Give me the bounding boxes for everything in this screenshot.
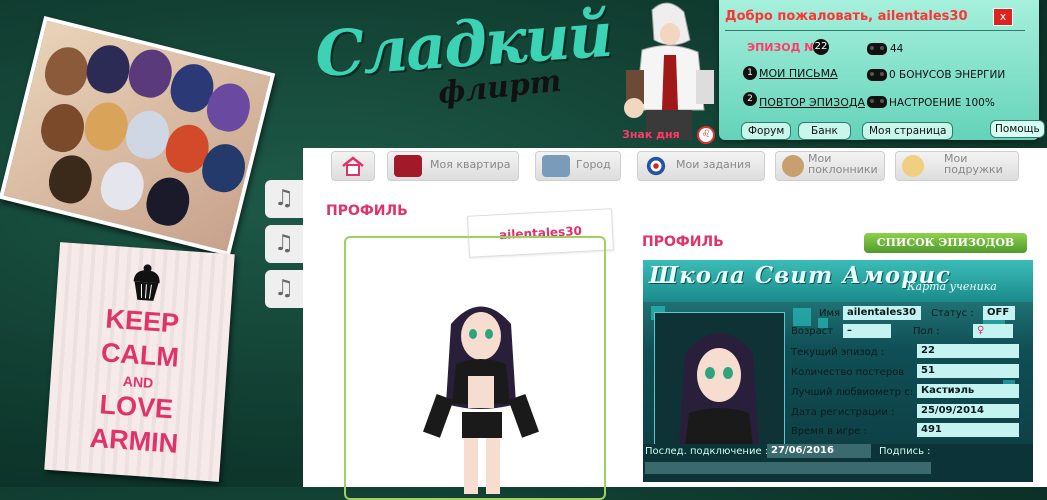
field-value-posters: 51: [917, 364, 1019, 378]
messages-count-badge: 1: [743, 66, 757, 80]
nav-my-friends[interactable]: Мои подружки: [895, 151, 1019, 181]
welcome-title: Добро пожаловать, ailentales30: [725, 9, 968, 24]
episode-number-badge: 22: [813, 39, 829, 55]
student-photo: [654, 312, 785, 448]
nav-label: Моя квартира: [430, 158, 511, 171]
field-label-last-login: Послед. подключение :: [645, 446, 769, 457]
student-photo-image: [679, 333, 759, 447]
signature-field: [645, 462, 931, 474]
close-button[interactable]: x: [993, 8, 1013, 26]
card-footer: Послед. подключение : 27/06/2016 Подпись…: [643, 444, 1033, 482]
profile-right-title: ПРОФИЛЬ: [642, 234, 724, 250]
card-header: Школа Свит Аморис Карта ученика: [643, 260, 1033, 302]
sofa-icon: [394, 155, 422, 177]
student-card: Школа Свит Аморис Карта ученика Имя aile…: [643, 260, 1033, 482]
episode-label: ЭПИЗОД №: [747, 41, 818, 54]
field-label-episode: Текущий эпизод :: [791, 347, 885, 358]
field-label-gender: Пол :: [913, 326, 940, 337]
field-label-registration: Дата регистрации :: [791, 407, 895, 418]
field-value-last-login: 27/06/2016: [767, 444, 871, 458]
avatar-frame: [344, 236, 606, 500]
assassin-character-image: [624, 2, 714, 140]
replay-count-badge: 2: [743, 92, 757, 106]
nav-home[interactable]: [331, 151, 375, 181]
field-label-name: Имя: [819, 308, 841, 319]
my-messages-link[interactable]: МОИ ПИСЬМА: [759, 67, 838, 80]
avatar: [423, 306, 539, 494]
music-note-icon[interactable]: ♫: [265, 270, 303, 308]
anime-group-picture: [0, 16, 276, 256]
field-value-age: –: [843, 324, 891, 338]
home-icon: [342, 156, 364, 176]
field-label-time: Время в игре :: [791, 426, 867, 437]
decor-square: [793, 308, 811, 326]
nav-label: Город: [576, 158, 611, 171]
nav-label: Мои поклонники: [808, 152, 878, 176]
target-icon: [646, 156, 666, 176]
nav-my-tasks[interactable]: Мои задания: [637, 151, 765, 181]
zodiac-sign-icon[interactable]: ♌: [697, 126, 715, 144]
card-title: Школа Свит Аморис: [649, 262, 952, 289]
field-label-love: Лучший любвиометр с:: [791, 387, 914, 398]
profile-title: ПРОФИЛЬ: [326, 203, 408, 219]
nav-label: Мои подружки: [944, 152, 1003, 176]
energy-bonus-text: 0 БОНУСОВ ЭНЕРГИИ: [889, 69, 1006, 81]
female-icon: ♀: [973, 324, 1013, 338]
boy-icon: [782, 155, 804, 177]
girl-icon: [902, 155, 924, 177]
nav-my-apartment[interactable]: Моя квартира: [387, 151, 519, 181]
bank-button[interactable]: Банк: [798, 122, 851, 140]
field-value-registration: 25/09/2014: [917, 404, 1019, 418]
field-label-age: Возраст: [791, 326, 834, 337]
music-note-icon[interactable]: ♫: [265, 180, 303, 218]
forum-button[interactable]: Форум: [741, 122, 792, 140]
nav-city[interactable]: Город: [535, 151, 621, 181]
replay-episode-link[interactable]: ПОВТОР ЭПИЗОДА: [759, 96, 865, 109]
sign-of-day-label: Знак дня: [622, 128, 680, 141]
building-icon: [542, 155, 570, 177]
field-label-signature: Подпись :: [879, 446, 931, 457]
field-value-status: OFF: [983, 306, 1015, 320]
field-value-time: 491: [917, 423, 1019, 437]
nav-label: Мои задания: [676, 158, 751, 171]
help-button[interactable]: Помощь: [990, 120, 1045, 138]
keep-calm-poster: KEEP CALM AND LOVE ARMIN: [44, 242, 235, 482]
main-content: Моя квартира Город Мои задания Мои покло…: [303, 148, 1047, 500]
music-note-icon[interactable]: ♫: [265, 225, 303, 263]
divider: [725, 30, 1025, 31]
my-page-button[interactable]: Моя страница: [862, 122, 954, 140]
episode-list-button[interactable]: СПИСОК ЭПИЗОДОВ: [864, 233, 1027, 253]
mood-text: НАСТРОЕНИЕ 100%: [889, 97, 995, 109]
field-label-status: Статус :: [931, 308, 974, 319]
gamepad-icon: [867, 69, 887, 81]
card-subtitle: Карта ученика: [907, 280, 997, 293]
field-value-love: Кастиэль: [917, 384, 1019, 398]
pa-count: 44: [890, 43, 904, 55]
welcome-panel: Добро пожаловать, ailentales30 x ЭПИЗОД …: [719, 0, 1039, 140]
field-label-posters: Количество постеров: [791, 367, 905, 378]
field-value-name: ailentales30: [843, 306, 921, 320]
cupcake-icon: [133, 264, 160, 301]
gamepad-icon: [867, 96, 887, 108]
nav-my-admirers[interactable]: Мои поклонники: [775, 151, 885, 181]
gamepad-icon: [867, 43, 887, 55]
field-value-episode: 22: [917, 344, 1019, 358]
top-navigation: Моя квартира Город Мои задания Мои покло…: [303, 148, 1047, 182]
